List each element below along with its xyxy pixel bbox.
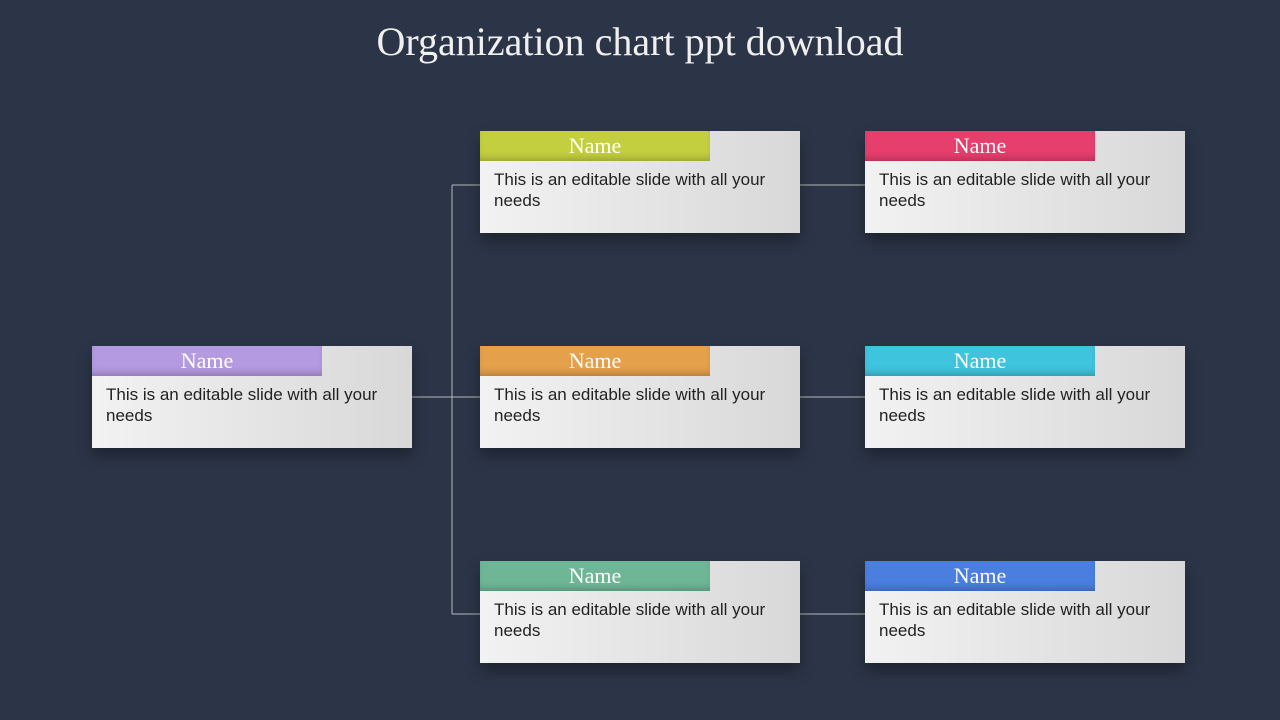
org-node-mid-1: Name This is an editable slide with all … bbox=[480, 346, 800, 448]
org-node-header: Name bbox=[480, 561, 710, 591]
org-node-header: Name bbox=[480, 131, 710, 161]
org-node-desc: This is an editable slide with all your … bbox=[106, 384, 398, 427]
org-node-desc: This is an editable slide with all your … bbox=[494, 599, 786, 642]
org-node-header: Name bbox=[865, 561, 1095, 591]
org-node-root: Name This is an editable slide with all … bbox=[92, 346, 412, 448]
org-node-header: Name bbox=[480, 346, 710, 376]
org-node-mid-0: Name This is an editable slide with all … bbox=[480, 131, 800, 233]
org-node-desc: This is an editable slide with all your … bbox=[494, 169, 786, 212]
org-node-desc: This is an editable slide with all your … bbox=[879, 384, 1171, 427]
org-node-mid-2: Name This is an editable slide with all … bbox=[480, 561, 800, 663]
org-node-right-1: Name This is an editable slide with all … bbox=[865, 346, 1185, 448]
org-node-header: Name bbox=[92, 346, 322, 376]
org-node-desc: This is an editable slide with all your … bbox=[494, 384, 786, 427]
org-node-desc: This is an editable slide with all your … bbox=[879, 169, 1171, 212]
org-node-right-2: Name This is an editable slide with all … bbox=[865, 561, 1185, 663]
org-node-desc: This is an editable slide with all your … bbox=[879, 599, 1171, 642]
org-node-header: Name bbox=[865, 131, 1095, 161]
org-node-header: Name bbox=[865, 346, 1095, 376]
page-title: Organization chart ppt download bbox=[0, 18, 1280, 65]
org-node-right-0: Name This is an editable slide with all … bbox=[865, 131, 1185, 233]
